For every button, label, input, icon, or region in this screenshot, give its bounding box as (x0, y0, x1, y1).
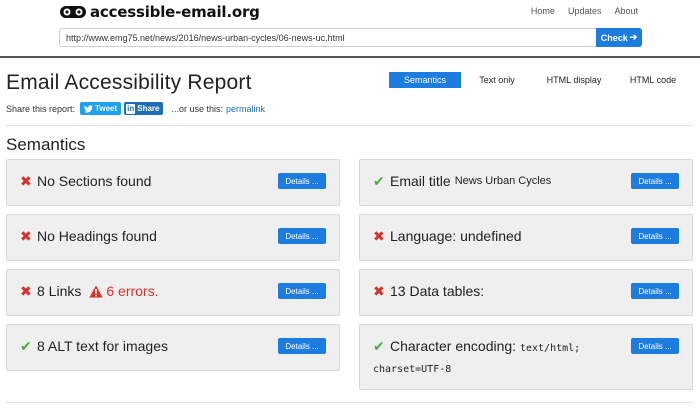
card-label: ✖ No Sections found (20, 160, 151, 205)
card-label: ✔ 8 ALT text for images (20, 325, 168, 370)
tab-semantics[interactable]: Semantics (389, 72, 461, 88)
card-label: ✔ Email title News Urban Cycles (373, 160, 551, 205)
cross-icon: ✖ (373, 283, 385, 299)
details-button[interactable]: Details ... (631, 338, 679, 354)
card-character-encoding: ✔ Character encoding: text/html; charset=… (359, 324, 693, 390)
linkedin-share-button[interactable]: in Share (124, 102, 164, 115)
details-button[interactable]: Details ... (278, 173, 326, 189)
card-email-title: ✔ Email title News Urban Cycles Details … (359, 159, 693, 206)
card-label: ✖ No Headings found (20, 215, 157, 260)
main-nav: Home Updates About (531, 6, 638, 16)
warning-triangle-icon (89, 285, 103, 297)
page-title: Email Accessibility Report (6, 71, 252, 94)
card-text: Character encoding: (390, 338, 517, 354)
share-or-label: ...or use this: (171, 103, 223, 114)
tab-text-only[interactable]: Text only (461, 72, 533, 88)
card-text: 13 Data tables: (390, 283, 485, 299)
card-text: 8 ALT text for images (37, 338, 168, 354)
card-text: Email title (390, 173, 451, 189)
tweet-label: Tweet (95, 104, 118, 113)
card-text: No Sections found (37, 173, 152, 189)
details-button[interactable]: Details ... (631, 173, 679, 189)
card-label: ✖ Language: undefined (373, 215, 522, 260)
card-links: ✖ 8 Links 6 errors. Details ... (6, 269, 340, 316)
check-icon: ✔ (373, 338, 385, 354)
cross-icon: ✖ (20, 283, 32, 299)
details-button[interactable]: Details ... (631, 283, 679, 299)
card-data-tables: ✖ 13 Data tables: Details ... (359, 269, 693, 316)
card-label: ✖ 13 Data tables: (373, 270, 484, 315)
glasses-logo-icon (60, 6, 86, 18)
top-bar: accessible-email.org Home Updates About … (0, 0, 700, 58)
cross-icon: ✖ (20, 228, 32, 244)
card-text: 8 Links (37, 283, 82, 299)
card-text: No Headings found (37, 228, 157, 244)
card-sections: ✖ No Sections found Details ... (6, 159, 340, 206)
linkedin-share-label: Share (137, 104, 160, 113)
details-button[interactable]: Details ... (631, 228, 679, 244)
permalink-link[interactable]: permalink (226, 104, 265, 114)
error-text: 6 errors. (106, 283, 159, 299)
logo-text: accessible-email.org (90, 3, 260, 21)
site-logo[interactable]: accessible-email.org (60, 3, 260, 21)
card-language: ✖ Language: undefined Details ... (359, 214, 693, 261)
card-label: ✖ 8 Links 6 errors. (20, 270, 158, 315)
check-icon: ✔ (20, 338, 32, 354)
nav-home-link[interactable]: Home (531, 6, 555, 16)
share-bar: Share this report: Tweet in Share ...or … (6, 102, 265, 115)
bottom-divider (6, 402, 693, 403)
tab-html-code[interactable]: HTML code (615, 72, 691, 88)
arrow-right-icon: ➔ (629, 32, 638, 42)
card-label: ✔ Character encoding: text/html; charset=… (373, 325, 623, 389)
card-text: Language: undefined (390, 228, 522, 244)
tab-html-display[interactable]: HTML display (533, 72, 615, 88)
cross-icon: ✖ (373, 228, 385, 244)
view-tabs: Semantics Text only HTML display HTML co… (389, 72, 691, 88)
divider (6, 125, 693, 126)
details-button[interactable]: Details ... (278, 228, 326, 244)
card-alt-text: ✔ 8 ALT text for images Details ... (6, 324, 340, 371)
error-count: 6 errors. (89, 282, 158, 300)
twitter-bird-icon (84, 104, 94, 113)
card-value: News Urban Cycles (454, 175, 552, 187)
details-button[interactable]: Details ... (278, 283, 326, 299)
check-button[interactable]: Check ➔ (596, 28, 642, 47)
nav-about-link[interactable]: About (614, 6, 638, 16)
cross-icon: ✖ (20, 173, 32, 189)
nav-updates-link[interactable]: Updates (568, 6, 602, 16)
details-button[interactable]: Details ... (278, 338, 326, 354)
linkedin-icon: in (126, 103, 136, 114)
card-headings: ✖ No Headings found Details ... (6, 214, 340, 261)
url-input[interactable] (59, 28, 596, 47)
check-button-label: Check (600, 32, 628, 43)
share-label: Share this report: (6, 103, 76, 114)
section-title: Semantics (6, 135, 86, 154)
check-icon: ✔ (373, 173, 385, 189)
tweet-button[interactable]: Tweet (80, 102, 122, 115)
